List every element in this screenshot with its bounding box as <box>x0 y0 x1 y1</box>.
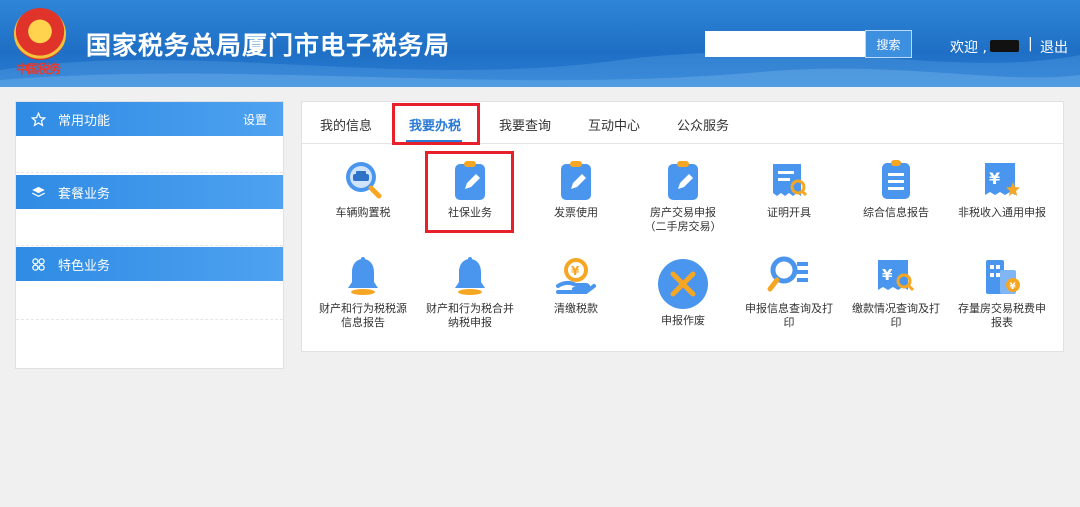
grid-icon <box>30 256 46 272</box>
service-item-label: 综合信息报告 <box>863 206 929 219</box>
service-item-non-tax-income[interactable]: ¥ 非税收入通用申报 <box>954 158 1050 220</box>
receipt-search-icon <box>773 164 808 197</box>
service-item-tax-payment[interactable]: ¥ 清缴税款 <box>528 254 624 316</box>
yuan-hand-icon: ¥ <box>556 258 596 294</box>
svg-text:¥: ¥ <box>989 169 1000 188</box>
svg-text:¥: ¥ <box>882 266 893 284</box>
bell-icon <box>455 257 485 295</box>
tab-public-service[interactable]: 公众服务 <box>677 115 729 134</box>
tab-interaction-center[interactable]: 互动中心 <box>588 115 640 134</box>
service-item-property-tax-source-report[interactable]: 财产和行为税税源信息报告 <box>315 254 411 330</box>
service-item-vehicle-tax[interactable]: 车辆购置税 <box>315 158 411 220</box>
service-item-label: 财产和行为税合并纳税申报 <box>426 302 514 329</box>
sidebar-section-label: 常用功能 <box>58 113 111 129</box>
service-item-label: 车辆购置税 <box>335 206 391 219</box>
header-separator: | <box>1028 36 1033 52</box>
svg-text:¥: ¥ <box>1010 282 1017 292</box>
sidebar: 常用功能 设置 套餐业务 特色业务 <box>15 101 284 369</box>
item-highlight-box <box>425 151 514 233</box>
service-item-label: 清缴税款 <box>554 302 598 315</box>
service-item-filing-void[interactable]: 申报作废 <box>635 258 731 328</box>
yuan-star-icon: ¥ <box>985 163 1020 196</box>
site-title: 国家税务总局厦门市电子税务局 <box>86 31 451 60</box>
service-item-property-transaction[interactable]: 房产交易申报 （二手房交易） <box>635 158 731 234</box>
service-item-comprehensive-report[interactable]: 综合信息报告 <box>848 158 944 220</box>
sidebar-divider <box>16 172 283 174</box>
svg-text:¥: ¥ <box>571 264 580 278</box>
sidebar-section-package[interactable]: 套餐业务 <box>16 175 283 209</box>
service-item-invoice-use[interactable]: 发票使用 <box>528 158 624 220</box>
sidebar-divider <box>16 319 283 321</box>
service-item-label: 房产交易申报 （二手房交易） <box>644 206 722 233</box>
service-item-label: 缴款情况查询及打印 <box>852 302 940 329</box>
sidebar-section-label: 套餐业务 <box>58 186 111 202</box>
tab-query[interactable]: 我要查询 <box>499 115 551 134</box>
sidebar-section-common[interactable]: 常用功能 设置 <box>16 102 283 136</box>
layers-icon <box>30 184 46 200</box>
service-item-property-tax-combined-filing[interactable]: 财产和行为税合并纳税申报 <box>422 254 518 330</box>
service-item-certificate[interactable]: 证明开具 <box>741 158 837 220</box>
bell-icon <box>348 257 378 295</box>
emblem-caption: 中国税务 <box>16 62 61 76</box>
cancel-circle-icon <box>658 259 708 309</box>
service-item-label: 证明开具 <box>767 206 811 219</box>
yuan-search-icon: ¥ <box>878 260 915 292</box>
clipboard-edit-icon <box>668 161 698 200</box>
sidebar-section-special[interactable]: 特色业务 <box>16 247 283 281</box>
redacted-username <box>990 40 1019 52</box>
search-list-icon <box>767 256 808 292</box>
service-item-label: 财产和行为税税源信息报告 <box>319 302 407 329</box>
search-input[interactable] <box>705 31 865 57</box>
national-emblem-logo <box>14 8 66 60</box>
tab-my-info[interactable]: 我的信息 <box>320 115 372 134</box>
tab-highlight-box <box>392 103 480 145</box>
welcome-text: 欢迎 , <box>950 40 987 56</box>
document-list-icon <box>882 160 910 199</box>
clipboard-edit-icon <box>561 161 591 200</box>
service-item-filing-query-print[interactable]: 申报信息查询及打印 <box>741 254 837 330</box>
service-item-existing-housing-tax-form[interactable]: ¥ 存量房交易税费申报表 <box>954 254 1050 330</box>
service-item-label: 存量房交易税费申报表 <box>958 302 1046 329</box>
service-item-label: 非税收入通用申报 <box>958 206 1046 219</box>
settings-link[interactable]: 设置 <box>243 111 267 128</box>
search-button[interactable]: 搜索 <box>865 30 912 58</box>
star-icon <box>30 111 46 127</box>
service-item-label: 发票使用 <box>554 206 598 219</box>
logout-link[interactable]: 退出 <box>1040 37 1068 57</box>
building-yuan-icon: ¥ <box>986 260 1020 294</box>
service-item-label: 申报作废 <box>661 314 705 327</box>
sidebar-section-label: 特色业务 <box>58 258 111 274</box>
top-header: 中国税务 国家税务总局厦门市电子税务局 搜索 欢迎 , | 退出 <box>0 0 1080 87</box>
service-item-label: 申报信息查询及打印 <box>745 302 833 329</box>
service-item-payment-query-print[interactable]: ¥ 缴款情况查询及打印 <box>848 254 944 330</box>
car-search-icon <box>346 162 382 199</box>
